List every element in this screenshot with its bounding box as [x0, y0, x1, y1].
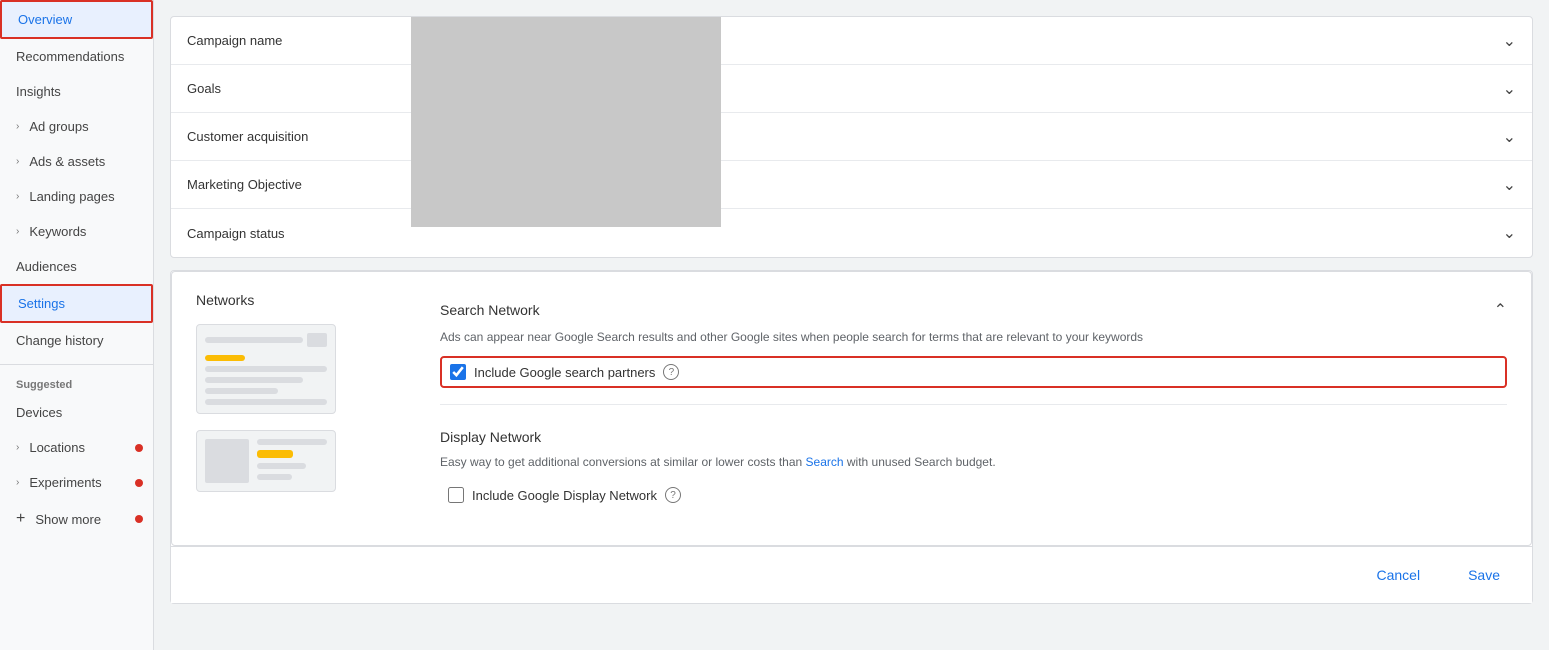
chevron-icon: › — [16, 442, 19, 453]
goals-row[interactable]: Goals ⌄ — [171, 65, 1532, 113]
sidebar-item-keywords[interactable]: › Keywords — [0, 214, 153, 249]
networks-card: Networks — [170, 270, 1533, 604]
campaign-status-label: Campaign status — [187, 226, 407, 241]
chevron-icon: › — [16, 477, 19, 488]
sidebar-item-label: Ads & assets — [29, 154, 105, 169]
networks-label: Networks — [196, 292, 416, 308]
goals-label: Goals — [187, 81, 407, 96]
chevron-icon: › — [16, 226, 19, 237]
sidebar-item-experiments[interactable]: › Experiments — [0, 465, 153, 500]
search-network-header: Search Network ⌃ — [440, 300, 1507, 320]
sidebar-item-label: Settings — [18, 296, 65, 311]
sidebar-item-label: Experiments — [29, 475, 101, 490]
campaign-settings-card: Campaign name ⌄ Goals ⌄ Customer acquisi… — [170, 16, 1533, 258]
sidebar-item-label: Overview — [18, 12, 72, 27]
chevron-down-icon[interactable]: ⌄ — [1503, 223, 1516, 243]
cancel-button[interactable]: Cancel — [1360, 559, 1436, 591]
sidebar-item-label: Audiences — [16, 259, 77, 274]
networks-left: Networks — [196, 292, 416, 525]
sidebar-item-overview[interactable]: Overview — [0, 0, 153, 39]
sidebar-item-label: Devices — [16, 405, 62, 420]
search-link[interactable]: Search — [806, 455, 844, 469]
sidebar-item-devices[interactable]: Devices — [0, 395, 153, 430]
sidebar-item-landing-pages[interactable]: › Landing pages — [0, 179, 153, 214]
search-partners-checkbox-row: Include Google search partners ? — [440, 356, 1507, 388]
sidebar-item-label: Recommendations — [16, 49, 124, 64]
display-network-checkbox-row: Include Google Display Network ? — [440, 481, 1507, 509]
show-more-label: Show more — [35, 512, 101, 527]
display-network-title: Display Network — [440, 429, 541, 445]
display-network-checkbox[interactable] — [448, 487, 464, 503]
search-partners-label: Include Google search partners — [474, 365, 655, 380]
sidebar-divider — [0, 364, 153, 365]
customer-acquisition-label: Customer acquisition — [187, 129, 407, 144]
campaign-name-row[interactable]: Campaign name ⌄ — [171, 17, 1532, 65]
card-footer: Cancel Save — [171, 546, 1532, 603]
search-network-preview — [196, 324, 336, 414]
blurred-overlay — [411, 17, 721, 227]
display-network-label: Include Google Display Network — [472, 488, 657, 503]
sidebar-item-label: Insights — [16, 84, 61, 99]
sidebar-item-label: Ad groups — [29, 119, 88, 134]
sidebar-show-more[interactable]: + Show more — [0, 500, 153, 538]
search-partners-checkbox[interactable] — [450, 364, 466, 380]
sidebar-item-label: Locations — [29, 440, 85, 455]
sidebar-item-change-history[interactable]: Change history — [0, 323, 153, 358]
help-icon[interactable]: ? — [663, 364, 679, 380]
sidebar-item-settings[interactable]: Settings — [0, 284, 153, 323]
display-network-header: Display Network — [440, 429, 1507, 445]
marketing-objective-label: Marketing Objective — [187, 177, 407, 192]
display-network-desc: Easy way to get additional conversions a… — [440, 453, 1507, 471]
sidebar-item-label: Change history — [16, 333, 103, 348]
sidebar-item-label: Keywords — [29, 224, 86, 239]
sidebar-item-locations[interactable]: › Locations — [0, 430, 153, 465]
sidebar-item-ad-groups[interactable]: › Ad groups — [0, 109, 153, 144]
main-content: Campaign name ⌄ Goals ⌄ Customer acquisi… — [154, 0, 1549, 650]
collapse-icon[interactable]: ⌃ — [1494, 300, 1507, 320]
chevron-down-icon[interactable]: ⌄ — [1503, 79, 1516, 99]
suggested-section-label: Suggested — [0, 371, 153, 395]
marketing-objective-row[interactable]: Marketing Objective ⌄ — [171, 161, 1532, 209]
dot-indicator — [135, 515, 143, 523]
sidebar-item-label: Landing pages — [29, 189, 114, 204]
chevron-icon: › — [16, 121, 19, 132]
chevron-down-icon[interactable]: ⌄ — [1503, 127, 1516, 147]
networks-content: Networks — [171, 271, 1532, 546]
sidebar: Overview Recommendations Insights › Ad g… — [0, 0, 154, 650]
search-network-section: Search Network ⌃ Ads can appear near Goo… — [440, 292, 1507, 405]
search-network-desc: Ads can appear near Google Search result… — [440, 328, 1507, 346]
customer-acquisition-row[interactable]: Customer acquisition ⌄ — [171, 113, 1532, 161]
campaign-name-label: Campaign name — [187, 33, 407, 48]
dot-indicator — [135, 479, 143, 487]
sidebar-item-insights[interactable]: Insights — [0, 74, 153, 109]
sidebar-item-ads-assets[interactable]: › Ads & assets — [0, 144, 153, 179]
chevron-down-icon[interactable]: ⌄ — [1503, 31, 1516, 51]
sidebar-item-recommendations[interactable]: Recommendations — [0, 39, 153, 74]
display-network-preview — [196, 430, 336, 492]
help-icon[interactable]: ? — [665, 487, 681, 503]
sidebar-item-audiences[interactable]: Audiences — [0, 249, 153, 284]
plus-icon: + — [16, 510, 25, 528]
chevron-icon: › — [16, 191, 19, 202]
dot-indicator — [135, 444, 143, 452]
chevron-icon: › — [16, 156, 19, 167]
display-network-section: Display Network Easy way to get addition… — [440, 421, 1507, 525]
save-button[interactable]: Save — [1452, 559, 1516, 591]
search-network-title: Search Network — [440, 302, 540, 318]
campaign-status-row[interactable]: Campaign status ⌄ — [171, 209, 1532, 257]
chevron-down-icon[interactable]: ⌄ — [1503, 175, 1516, 195]
networks-right: Search Network ⌃ Ads can appear near Goo… — [440, 292, 1507, 525]
